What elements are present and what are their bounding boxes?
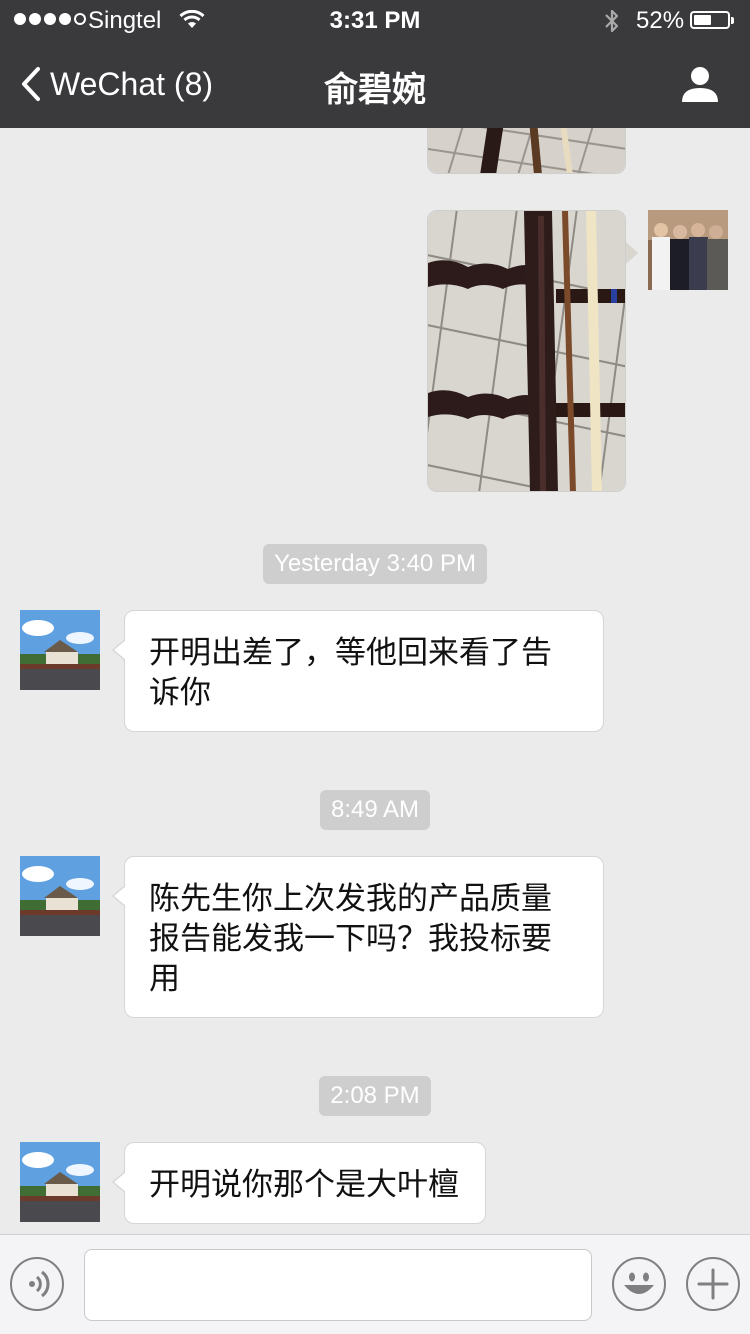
voice-button[interactable] — [10, 1257, 64, 1311]
status-bar: Singtel 3:31 PM 52% — [0, 0, 750, 40]
navigation-bar: WeChat (8) 俞碧婉 — [0, 40, 750, 128]
avatar[interactable] — [20, 610, 100, 690]
message-text: 开明说你那个是大叶檀 — [149, 1167, 459, 1203]
chat-title: 俞碧婉 — [324, 70, 426, 110]
message-text: 陈先生你上次发我的产品质量报告能发我一下吗？我投标要用 — [149, 881, 552, 997]
bubble-tail — [626, 242, 638, 264]
emoji-icon — [624, 1272, 654, 1294]
top-bar: Singtel 3:31 PM 52% WeChat (8) 俞碧婉 — [0, 0, 750, 128]
avatar-photo — [20, 610, 100, 690]
plus-icon — [697, 1268, 729, 1300]
message-bubble[interactable]: 开明说你那个是大叶檀 — [112, 1142, 486, 1224]
avatar[interactable] — [20, 1142, 100, 1222]
avatar-photo — [648, 210, 728, 290]
chat-area[interactable]: Yesterday 3:40 PM 开明出差了，等他回来看了告诉你 8:49 A… — [0, 128, 750, 1234]
avatar-photo — [20, 1142, 100, 1222]
timestamp-label: Yesterday 3:40 PM — [263, 544, 487, 584]
timestamp: 8:49 AM — [0, 790, 750, 830]
input-bar — [0, 1234, 750, 1334]
bluetooth-icon — [605, 9, 619, 33]
message-input[interactable] — [84, 1249, 592, 1321]
person-icon[interactable] — [680, 64, 720, 104]
message-bubble[interactable]: 陈先生你上次发我的产品质量报告能发我一下吗？我投标要用 — [112, 856, 604, 1018]
avatar-photo — [20, 856, 100, 936]
battery-percent: 52% — [636, 7, 685, 34]
timestamp-label: 2:08 PM — [319, 1076, 431, 1116]
more-button[interactable] — [686, 1257, 740, 1311]
timestamp-label: 8:49 AM — [319, 790, 431, 830]
battery-icon — [690, 11, 734, 29]
voice-icon — [29, 1270, 50, 1298]
image-message[interactable] — [427, 128, 626, 174]
photo-thumbnail — [428, 211, 625, 491]
emoji-button[interactable] — [612, 1257, 666, 1311]
timestamp: 2:08 PM — [0, 1076, 750, 1116]
message-bubble[interactable]: 开明出差了，等他回来看了告诉你 — [112, 610, 604, 732]
photo-thumbnail — [428, 128, 625, 173]
avatar[interactable] — [648, 210, 728, 290]
avatar[interactable] — [20, 856, 100, 936]
image-message[interactable] — [427, 210, 626, 492]
message-text: 开明出差了，等他回来看了告诉你 — [149, 635, 552, 711]
timestamp: Yesterday 3:40 PM — [0, 544, 750, 584]
